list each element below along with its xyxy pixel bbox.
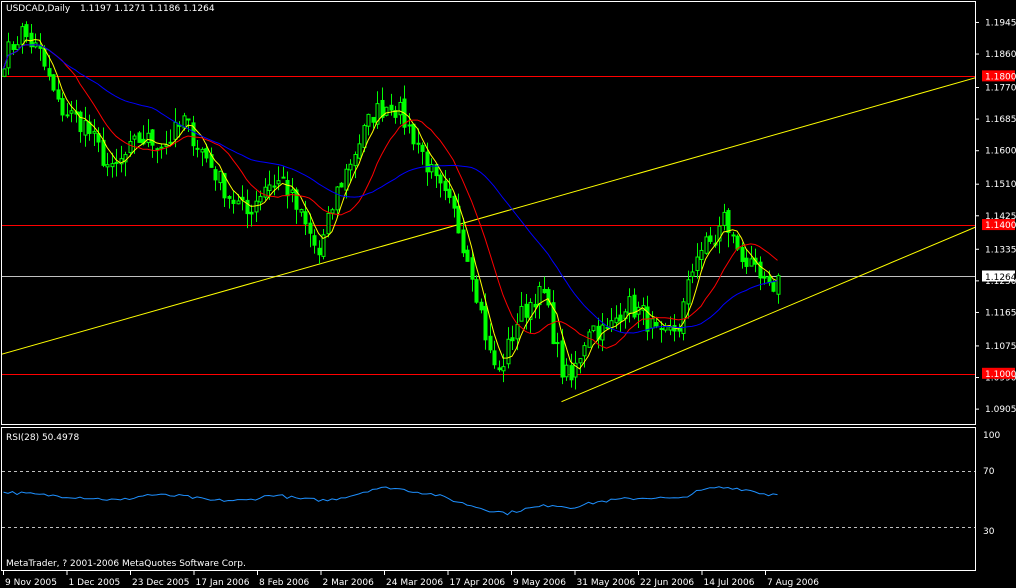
time-tick-label: 9 Nov 2005 <box>5 578 57 588</box>
price-tick-label: 1.1075 <box>985 342 1016 352</box>
time-tick-label: 7 Aug 2006 <box>767 578 819 588</box>
time-tick-label: 24 Mar 2006 <box>386 578 443 588</box>
rsi-level-30: 30 <box>983 527 995 537</box>
time-tick-label: 8 Feb 2006 <box>259 578 310 588</box>
current-price-label: 1.1264 <box>985 273 1016 283</box>
time-tick-label: 1 Dec 2005 <box>69 578 121 588</box>
time-tick-label: 22 Jun 2006 <box>640 578 694 588</box>
price-tick-label: 1.1600 <box>985 147 1016 157</box>
copyright-text: MetaTrader, ? 2001-2006 MetaQuotes Softw… <box>6 559 246 569</box>
time-tick-label: 2 Mar 2006 <box>323 578 375 588</box>
price-tick-label: 1.1945 <box>985 18 1016 28</box>
time-tick-label: 17 Jan 2006 <box>196 578 250 588</box>
time-tick-label: 14 Jul 2006 <box>704 578 755 588</box>
price-tick-label: 1.1335 <box>985 245 1016 255</box>
time-tick-label: 9 May 2006 <box>513 578 566 588</box>
time-tick-label: 31 May 2006 <box>577 578 636 588</box>
level-price-label: 1.1400 <box>985 221 1016 231</box>
chart-ohlc-label: 1.1197 1.1271 1.1186 1.1264 <box>80 4 215 14</box>
chart-background <box>0 0 1016 588</box>
candle <box>546 287 551 308</box>
time-tick-label: 23 Dec 2005 <box>132 578 190 588</box>
level-price-label: 1.1800 <box>985 72 1016 82</box>
rsi-label: RSI(28) 50.4978 <box>6 433 79 443</box>
chart-canvas: USDCAD,Daily 1.1197 1.1271 1.1186 1.1264… <box>0 0 1016 588</box>
rsi-level-70: 70 <box>983 467 995 477</box>
candle <box>2 68 7 78</box>
price-tick-label: 1.1510 <box>985 180 1016 190</box>
rsi-level-100: 100 <box>983 431 1000 441</box>
price-tick-label: 1.1860 <box>985 50 1016 60</box>
price-tick-label: 1.1770 <box>985 84 1016 94</box>
candle <box>384 106 389 117</box>
candle <box>137 131 142 143</box>
time-tick-label: 17 Apr 2006 <box>450 578 506 588</box>
level-price-label: 1.1000 <box>985 370 1016 380</box>
candle <box>474 275 479 304</box>
candle <box>339 182 344 188</box>
chart-symbol-label: USDCAD,Daily <box>6 4 71 14</box>
price-tick-label: 1.1685 <box>985 115 1016 125</box>
price-tick-label: 1.0905 <box>985 405 1016 415</box>
candle <box>51 73 56 92</box>
price-tick-label: 1.1165 <box>985 308 1016 318</box>
